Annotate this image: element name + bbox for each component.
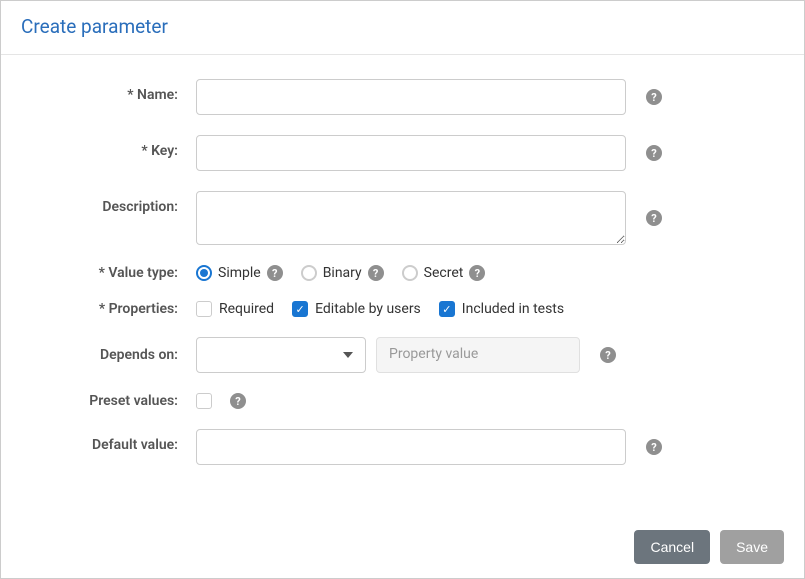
label-value-type: * Value type: <box>41 265 196 281</box>
help-icon[interactable]: ? <box>646 145 662 161</box>
checkbox-editable[interactable]: ✓ Editable by users <box>292 301 421 317</box>
label-depends-on: Depends on: <box>41 347 196 363</box>
checkbox-icon <box>196 393 212 409</box>
checkbox-label-required: Required <box>219 301 274 317</box>
row-depends-on: Depends on: Property value ? <box>41 337 764 373</box>
help-icon[interactable]: ? <box>267 265 283 281</box>
label-name: * Name: <box>41 79 196 103</box>
label-default-value: Default value: <box>41 429 196 453</box>
checkbox-label-editable: Editable by users <box>315 301 421 317</box>
radio-label-simple: Simple <box>218 265 261 281</box>
dialog-footer: Cancel Save <box>1 516 804 578</box>
dialog-body: * Name: ? * Key: ? Description: <box>1 55 804 516</box>
row-default-value: Default value: ? <box>41 429 764 465</box>
radio-label-binary: Binary <box>323 265 362 281</box>
row-properties: * Properties: Required ✓ Editable by use… <box>41 301 764 317</box>
radio-icon <box>196 265 212 281</box>
row-name: * Name: ? <box>41 79 764 115</box>
name-input[interactable] <box>196 79 626 115</box>
checkbox-icon: ✓ <box>292 301 308 317</box>
help-icon[interactable]: ? <box>230 393 246 409</box>
help-icon[interactable]: ? <box>646 210 662 226</box>
radio-icon <box>402 265 418 281</box>
description-input[interactable] <box>196 191 626 245</box>
create-parameter-dialog: Create parameter * Name: ? * Key: ? <box>0 0 805 579</box>
default-value-input[interactable] <box>196 429 626 465</box>
radio-secret[interactable]: Secret ? <box>402 265 486 281</box>
row-preset-values: Preset values: ? <box>41 393 764 409</box>
checkbox-label-included: Included in tests <box>462 301 564 317</box>
property-value-box: Property value <box>376 337 580 373</box>
radio-simple[interactable]: Simple ? <box>196 265 283 281</box>
help-icon[interactable]: ? <box>646 439 662 455</box>
help-icon[interactable]: ? <box>469 265 485 281</box>
depends-on-select[interactable] <box>196 337 366 373</box>
label-preset-values: Preset values: <box>41 393 196 409</box>
checkbox-icon: ✓ <box>439 301 455 317</box>
row-key: * Key: ? <box>41 135 764 171</box>
label-description: Description: <box>41 191 196 215</box>
label-key: * Key: <box>41 135 196 159</box>
dialog-header: Create parameter <box>1 1 804 55</box>
checkbox-preset-values[interactable] <box>196 393 212 409</box>
checkbox-included[interactable]: ✓ Included in tests <box>439 301 564 317</box>
radio-label-secret: Secret <box>424 265 464 281</box>
properties-checkbox-group: Required ✓ Editable by users ✓ Included … <box>196 301 564 317</box>
value-type-radio-group: Simple ? Binary ? Secret ? <box>196 265 485 281</box>
help-icon[interactable]: ? <box>646 89 662 105</box>
help-icon[interactable]: ? <box>368 265 384 281</box>
cancel-button[interactable]: Cancel <box>634 530 710 564</box>
checkbox-required[interactable]: Required <box>196 301 274 317</box>
chevron-down-icon <box>343 352 353 358</box>
key-input[interactable] <box>196 135 626 171</box>
radio-binary[interactable]: Binary ? <box>301 265 384 281</box>
label-properties: * Properties: <box>41 301 196 317</box>
checkbox-icon <box>196 301 212 317</box>
save-button[interactable]: Save <box>720 530 784 564</box>
help-icon[interactable]: ? <box>600 347 616 363</box>
dialog-title: Create parameter <box>21 15 168 38</box>
row-description: Description: ? <box>41 191 764 245</box>
row-value-type: * Value type: Simple ? Binary ? <box>41 265 764 281</box>
radio-icon <box>301 265 317 281</box>
